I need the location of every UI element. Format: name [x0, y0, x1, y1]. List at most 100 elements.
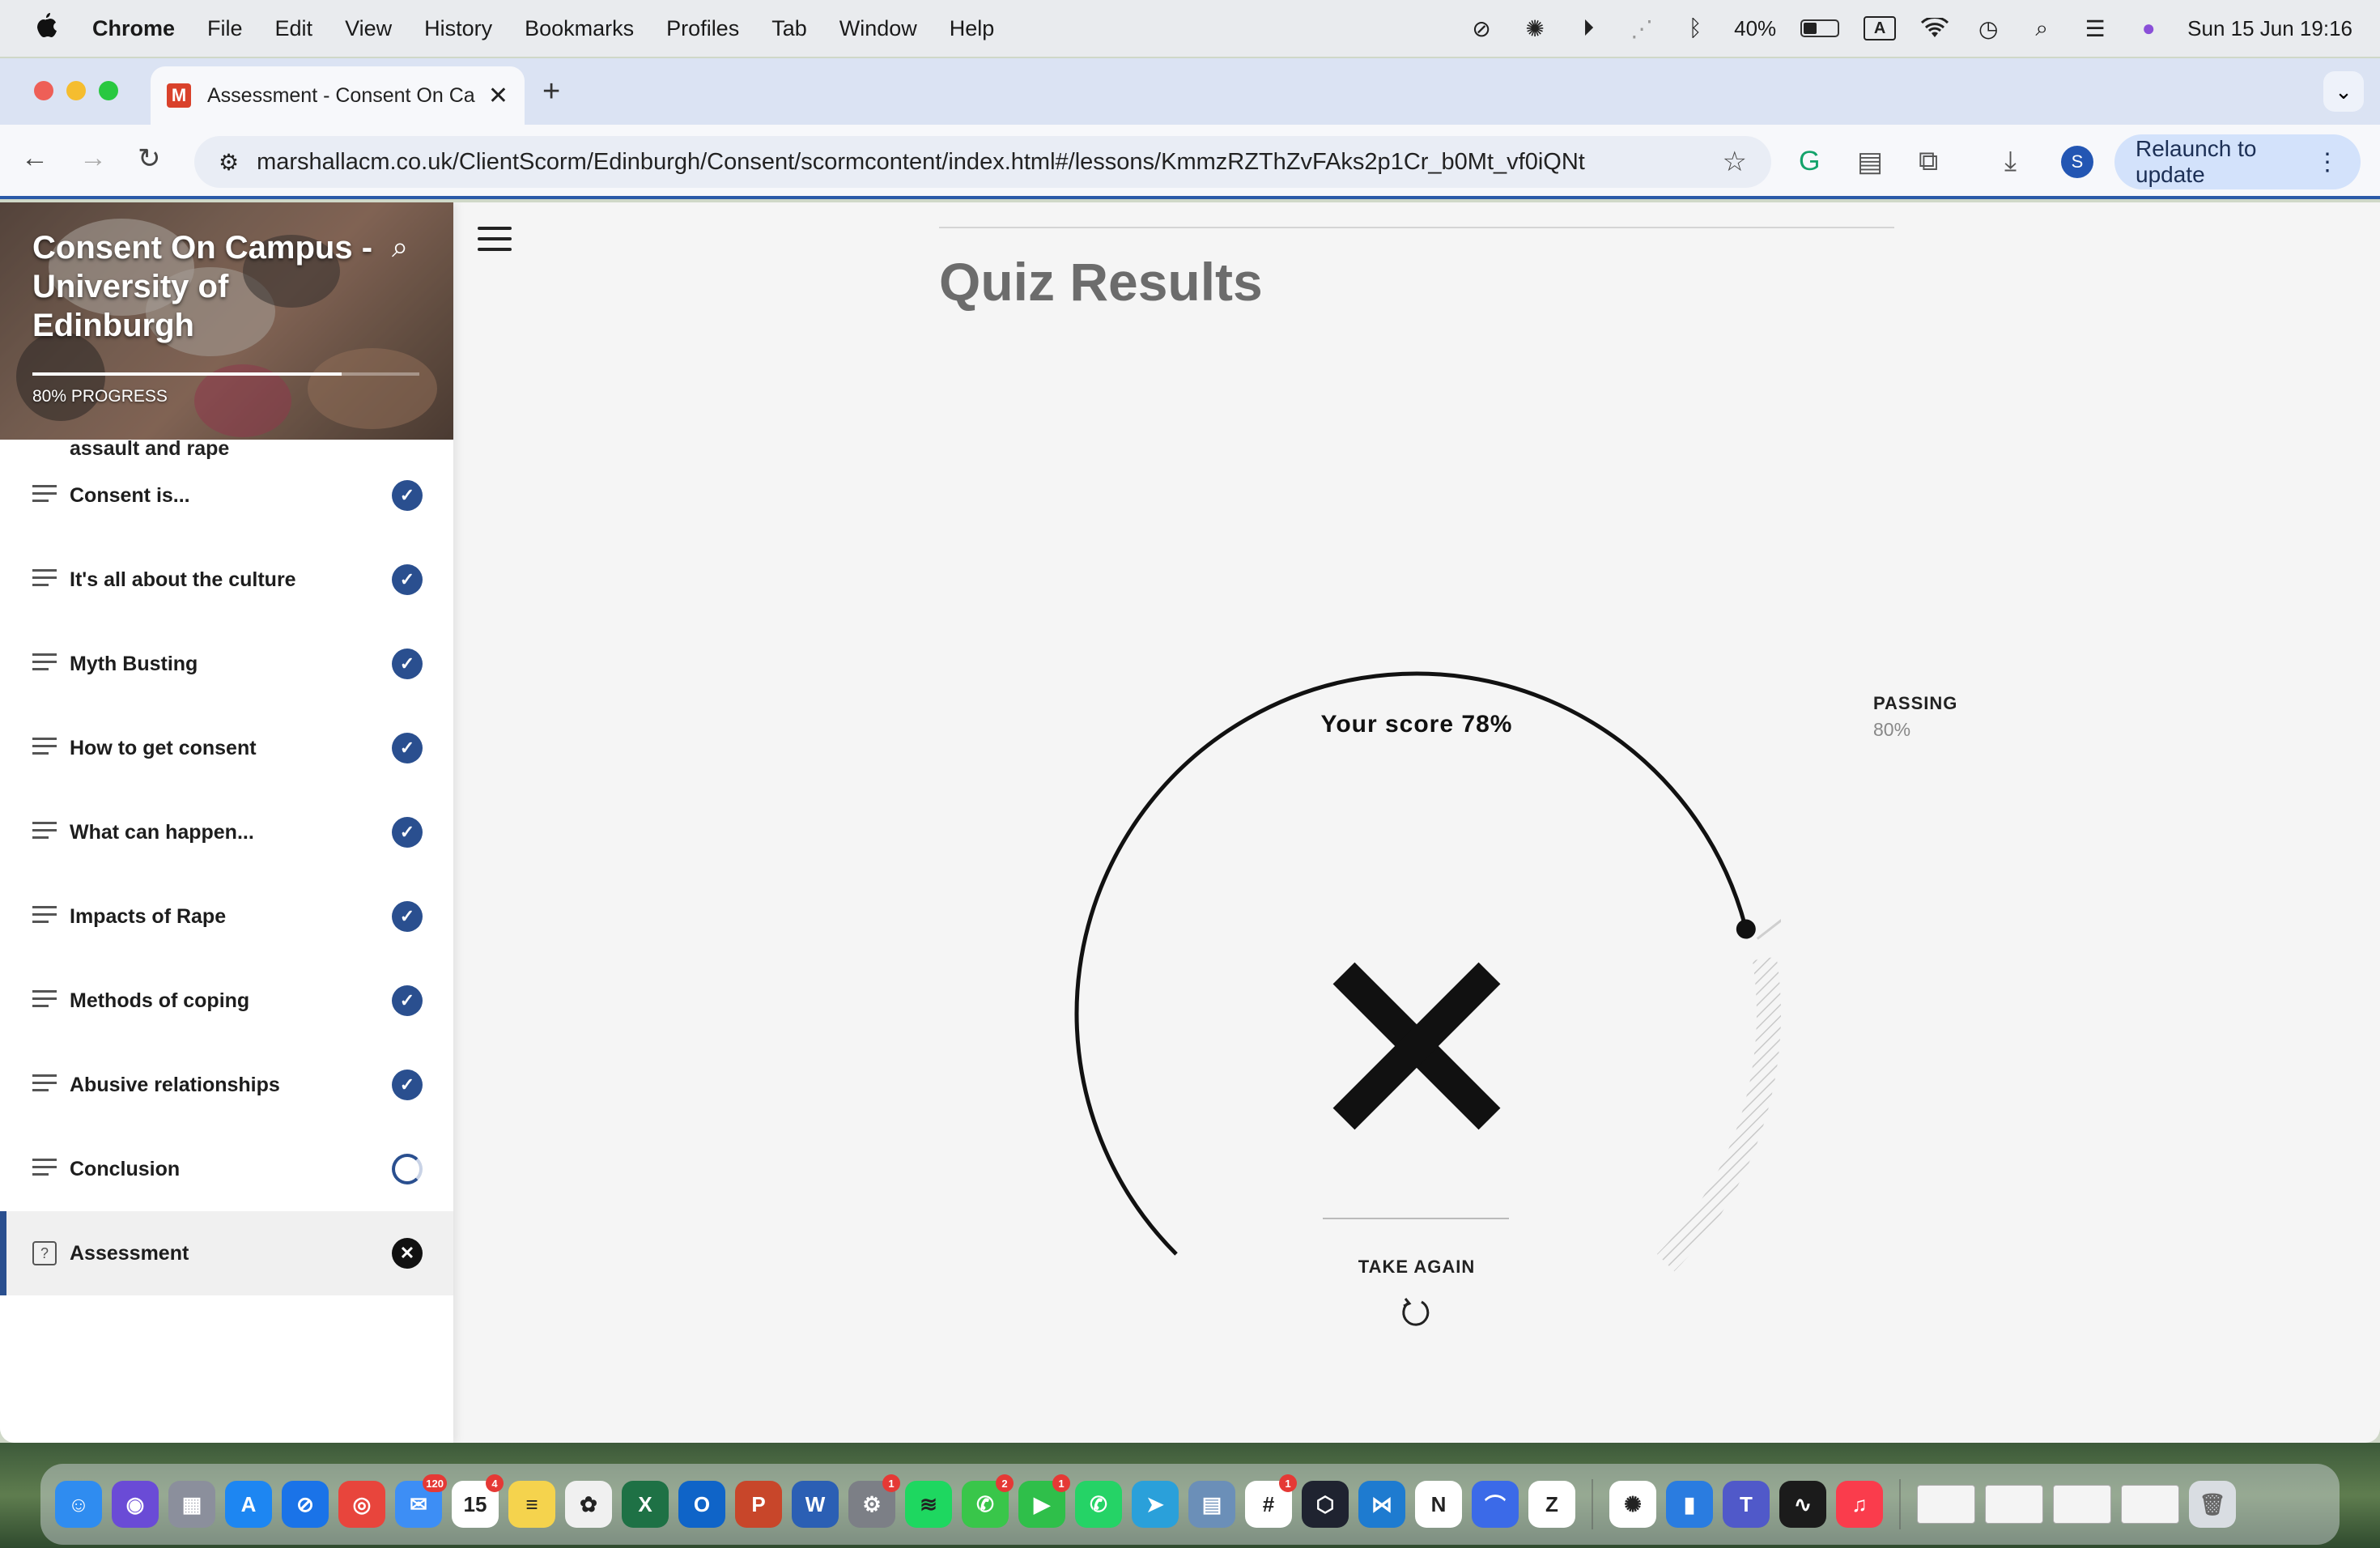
dock-whatsapp-icon[interactable]: ✆ [1075, 1481, 1122, 1528]
bookmark-star-icon[interactable]: ☆ [1723, 146, 1747, 178]
sidebar-item[interactable]: Methods of coping ✓ [0, 959, 453, 1043]
browser-tab-active[interactable]: M Assessment - Consent On Ca ✕ [151, 66, 525, 125]
dock-photos-icon[interactable]: ✿ [565, 1481, 612, 1528]
menu-bookmarks[interactable]: Bookmarks [525, 16, 634, 41]
battery-icon[interactable] [1800, 19, 1840, 37]
dock-keynote-icon[interactable]: ▮ [1666, 1481, 1713, 1528]
dock-app-store-icon[interactable]: A [225, 1481, 272, 1528]
dock-notes-icon[interactable]: ≡ [508, 1481, 555, 1528]
siri-icon[interactable]: ● [2134, 14, 2163, 43]
dock-cursor-icon[interactable]: ⬡ [1302, 1481, 1349, 1528]
sidebar-item[interactable]: Myth Busting ✓ [0, 622, 453, 706]
dock-facetime-icon[interactable]: ▶ 1 [1018, 1474, 1070, 1528]
bluetooth-icon[interactable]: ᛒ [1681, 14, 1710, 43]
dock-mail-icon[interactable]: ✉ 120 [395, 1474, 447, 1528]
apple-menu-icon[interactable] [32, 11, 60, 46]
menu-file[interactable]: File [207, 16, 243, 41]
dock-finder-icon[interactable]: ☺ [55, 1481, 102, 1528]
tab-search-chevron-icon[interactable]: ⌄ [2323, 71, 2364, 112]
grammarly-extension-icon[interactable]: G [1799, 146, 1820, 177]
dock-slack-icon[interactable]: #1 [1245, 1474, 1297, 1528]
sidebar-item[interactable]: Consent is... ✓ [0, 453, 453, 538]
downloads-icon[interactable]: ⤓ [2004, 146, 2017, 177]
search-icon[interactable]: ⌕ [392, 230, 408, 265]
dock-chatgpt-icon[interactable]: ✺ [1609, 1481, 1656, 1528]
dock-launchpad-icon[interactable]: ▦ [168, 1481, 215, 1528]
dock-nordvpn-icon[interactable]: ⌒ [1472, 1481, 1519, 1528]
sidebar-item[interactable]: Impacts of Rape ✓ [0, 874, 453, 959]
play-icon[interactable]: ⏵ [1574, 14, 1603, 43]
site-info-icon[interactable]: ⚙ [219, 149, 239, 176]
dock-word-icon[interactable]: W [792, 1481, 839, 1528]
dock-telegram-icon[interactable]: ➤ [1132, 1481, 1179, 1528]
dock-trash-icon[interactable]: 🗑 [2189, 1481, 2236, 1528]
sidebar-item[interactable]: How to get consent ✓ [0, 706, 453, 790]
dock-calendar-icon[interactable]: 15 4 [452, 1474, 504, 1528]
window-zoom-button[interactable] [99, 81, 118, 100]
window-minimize-button[interactable] [66, 81, 86, 100]
course-progress-fill [32, 372, 342, 376]
menu-toggle-icon[interactable] [476, 219, 513, 259]
tab-close-icon[interactable]: ✕ [488, 82, 508, 110]
menu-tab[interactable]: Tab [771, 16, 807, 41]
sidebar-item[interactable]: ? Assessment ✕ [0, 1211, 453, 1295]
dock-safari-icon[interactable]: ⊘ [282, 1481, 329, 1528]
profile-avatar[interactable]: S [2061, 146, 2093, 178]
course-title: Consent On Campus - University of Edinbu… [32, 230, 373, 343]
sidebar-item[interactable]: Abusive relationships ✓ [0, 1043, 453, 1127]
dock-siri-icon[interactable]: ◉ [112, 1481, 159, 1528]
sidebar-item[interactable]: Conclusion [0, 1127, 453, 1211]
dock-chrome-icon[interactable]: ◎ [338, 1481, 385, 1528]
menu-app-name[interactable]: Chrome [92, 16, 175, 41]
address-bar[interactable]: ⚙ marshallacm.co.uk/ClientScorm/Edinburg… [194, 136, 1771, 188]
dock-spotify-icon[interactable]: ≋ [905, 1481, 952, 1528]
menu-view[interactable]: View [345, 16, 392, 41]
menu-history[interactable]: History [424, 16, 492, 41]
sync-icon[interactable]: ⋰ [1627, 14, 1656, 43]
dock-activity-monitor-icon[interactable]: ∿ [1779, 1481, 1826, 1528]
dock-preview-icon[interactable]: ▤ [1188, 1481, 1235, 1528]
retry-icon[interactable] [1397, 1294, 1433, 1329]
dock-music-icon[interactable]: ♫ [1836, 1481, 1883, 1528]
menu-window[interactable]: Window [839, 16, 917, 41]
notification-badge: 1 [1052, 1474, 1070, 1492]
reader-extension-icon[interactable]: ▤ [1857, 146, 1883, 178]
dock-minimized-window-icon[interactable] [1917, 1485, 1975, 1524]
dock-minimized-window-icon[interactable] [1985, 1485, 2043, 1524]
sidebar-item[interactable]: It's all about the culture ✓ [0, 538, 453, 622]
dock-teams-icon[interactable]: T [1723, 1481, 1770, 1528]
dock-excel-icon[interactable]: X [622, 1481, 669, 1528]
dock-system-settings-icon[interactable]: ⚙ 1 [848, 1474, 900, 1528]
sidebar-item[interactable]: What can happen... ✓ [0, 790, 453, 874]
complete-check-icon: ✓ [392, 817, 423, 848]
take-again-button[interactable]: TAKE AGAIN [1295, 1257, 1538, 1278]
forward-button[interactable]: → [79, 142, 107, 174]
back-button[interactable]: ← [21, 142, 49, 174]
extensions-puzzle-icon[interactable]: ⧉ [1919, 146, 1938, 177]
dock-minimized-window-icon[interactable] [2121, 1485, 2179, 1524]
focus-icon[interactable]: ⊘ [1467, 14, 1496, 43]
more-menu-icon[interactable]: ⋮ [2315, 148, 2340, 176]
spotlight-search-icon[interactable]: ⌕ [2027, 14, 2056, 43]
dock-notion-icon[interactable]: N [1415, 1481, 1462, 1528]
dock-vscode-icon[interactable]: ⋈ [1358, 1481, 1405, 1528]
wifi-icon[interactable] [1920, 14, 1949, 43]
dock-minimized-window-icon[interactable] [2053, 1485, 2111, 1524]
new-tab-button[interactable]: + [542, 74, 560, 109]
dock-messages-icon[interactable]: ✆ 2 [962, 1474, 1014, 1528]
dock-outlook-icon[interactable]: O [678, 1481, 725, 1528]
menubar-clock[interactable]: Sun 15 Jun 19:16 [2187, 16, 2352, 41]
url-text[interactable]: marshallacm.co.uk/ClientScorm/Edinburgh/… [257, 149, 1722, 176]
relaunch-to-update-button[interactable]: Relaunch to update ⋮ [2114, 134, 2361, 189]
window-close-button[interactable] [34, 81, 53, 100]
time-machine-icon[interactable]: ◷ [1974, 14, 2003, 43]
menu-profiles[interactable]: Profiles [666, 16, 739, 41]
reload-button[interactable]: ↻ [138, 142, 161, 175]
dock-powerpoint-icon[interactable]: P [735, 1481, 782, 1528]
control-center-icon[interactable]: ☰ [2080, 14, 2110, 43]
menu-edit[interactable]: Edit [275, 16, 313, 41]
dock-zotero-icon[interactable]: Z [1528, 1481, 1575, 1528]
menu-help[interactable]: Help [950, 16, 995, 41]
chatgpt-menu-icon[interactable]: ✺ [1520, 14, 1549, 43]
input-source-icon[interactable]: A [1864, 16, 1897, 40]
